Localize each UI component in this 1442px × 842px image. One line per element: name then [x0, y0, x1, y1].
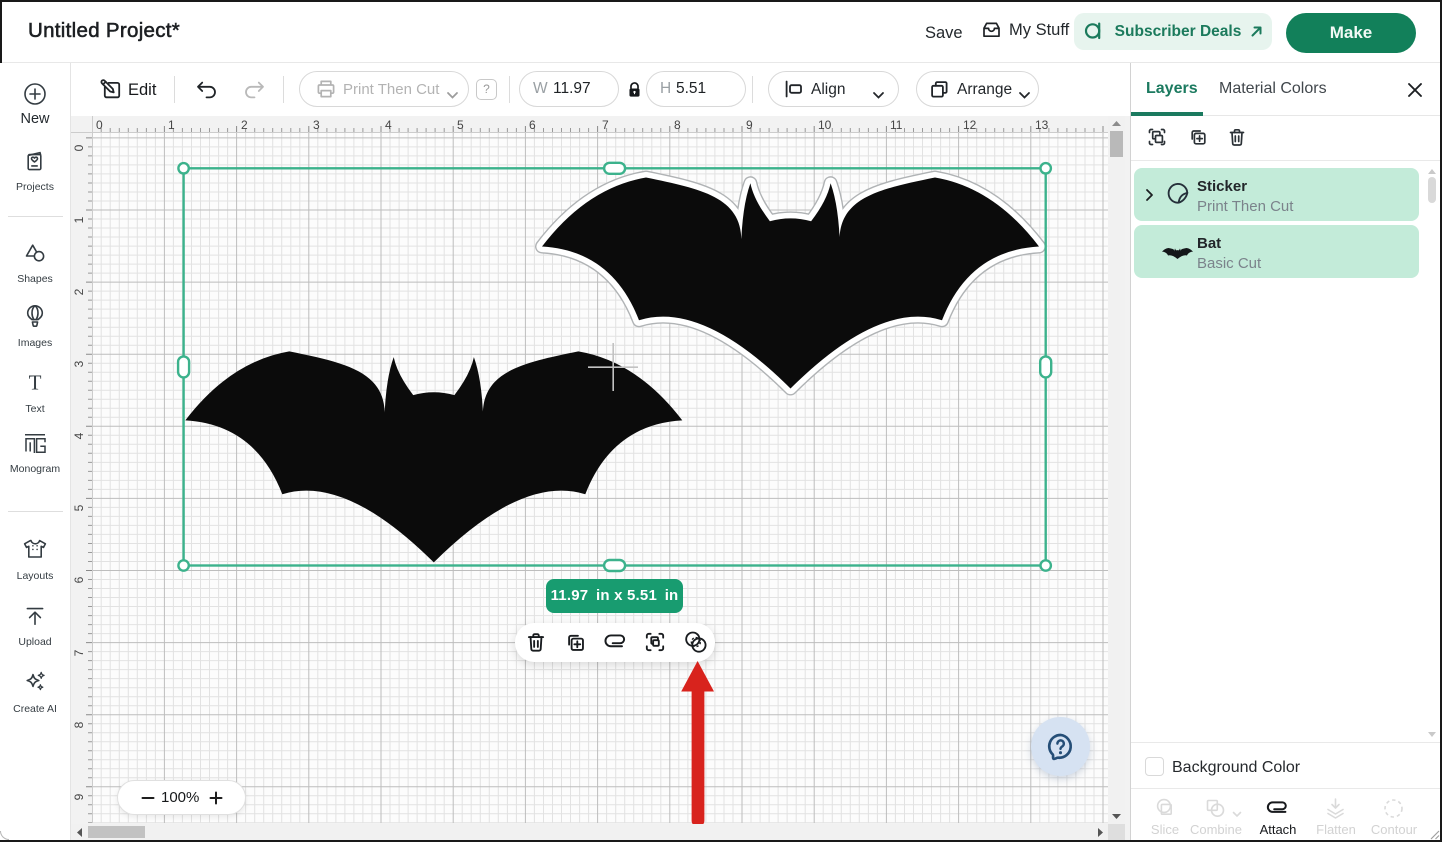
svg-text:T: T	[29, 371, 42, 395]
